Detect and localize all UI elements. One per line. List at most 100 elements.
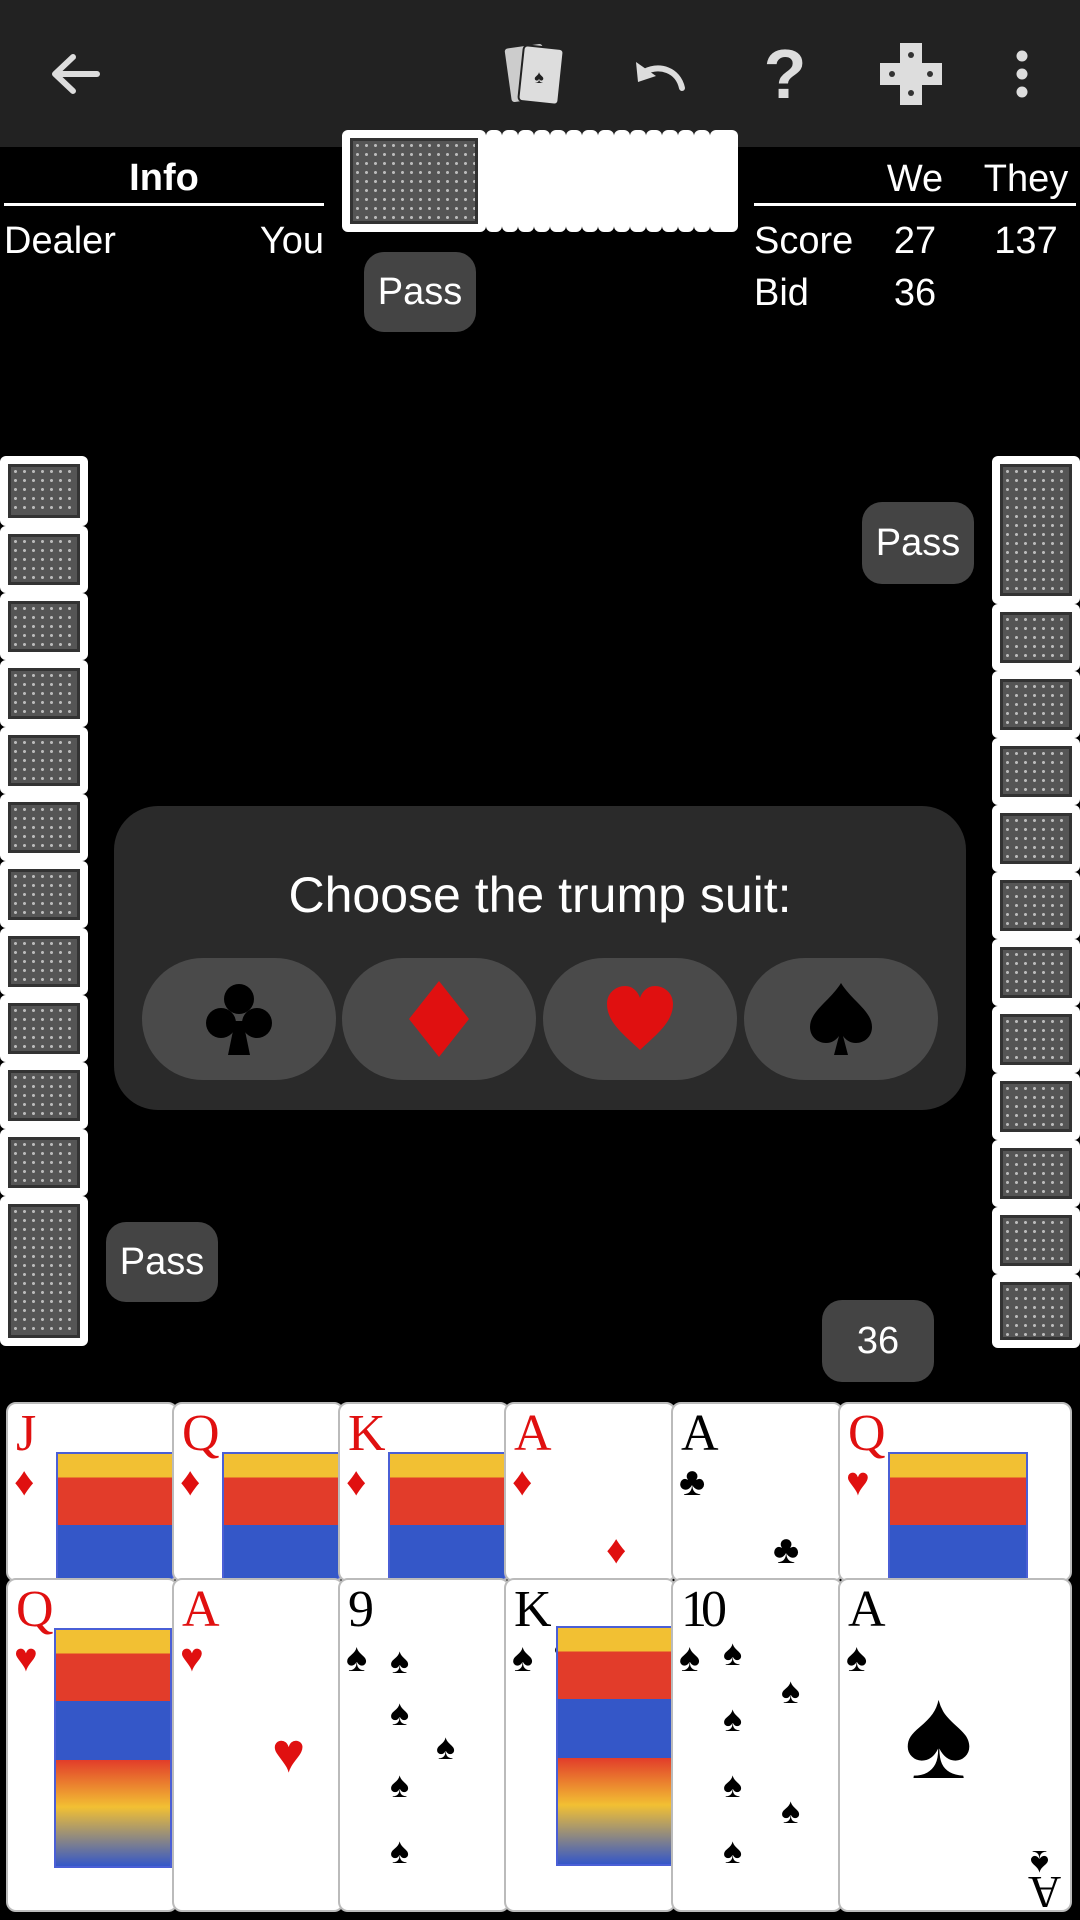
help-button[interactable]: ? (740, 0, 830, 147)
card-pip: ♦ (606, 1528, 627, 1572)
card-back (710, 130, 738, 232)
diamonds-button[interactable] (342, 958, 536, 1080)
we-score: 27 (893, 220, 937, 262)
clubs-icon (206, 984, 272, 1055)
back-button[interactable] (30, 0, 120, 147)
card-pip: ♠ (904, 1660, 974, 1806)
card-face-art (56, 1452, 174, 1580)
info-heading: Info (4, 150, 324, 206)
hand-card[interactable]: K ♠ ♠ (504, 1578, 676, 1912)
card-back (0, 928, 88, 995)
bid-label: Bid (754, 272, 809, 314)
card-back (662, 130, 678, 232)
card-back (992, 1207, 1080, 1274)
card-rank-bottom: A (1028, 1867, 1062, 1912)
card-pip: ♥ (272, 1721, 306, 1784)
card-back (694, 130, 710, 232)
card-back (0, 1196, 88, 1346)
card-back (486, 130, 502, 232)
they-header: They (983, 158, 1069, 200)
card-back (582, 130, 598, 232)
undo-button[interactable] (615, 0, 705, 147)
card-pip: ♣ (773, 1528, 800, 1572)
card-back (992, 456, 1080, 604)
card-back (598, 130, 614, 232)
card-face-art (388, 1452, 506, 1580)
hand-card[interactable]: Q ♥ (838, 1402, 1072, 1582)
dialog-title: Choose the trump suit: (288, 867, 792, 923)
hand-card[interactable]: J ♦ (6, 1402, 178, 1582)
hand-card[interactable]: A ♣ ♣ (671, 1402, 843, 1582)
card-back (0, 794, 88, 861)
card-face-art (222, 1452, 340, 1580)
svg-text:♠: ♠ (534, 67, 544, 87)
card-back (0, 593, 88, 660)
hand-card[interactable]: A ♥ ♥ (172, 1578, 344, 1912)
deck-button[interactable]: ♠ (490, 0, 580, 147)
card-back (566, 130, 582, 232)
dealer-value: You (259, 220, 324, 262)
north-bid-badge: Pass (364, 252, 476, 332)
card-back (992, 872, 1080, 939)
diamonds-icon (409, 981, 469, 1057)
they-score: 137 (994, 220, 1058, 262)
overflow-menu-button[interactable] (1000, 0, 1044, 147)
puzzle-icon (880, 42, 942, 105)
card-back (0, 727, 88, 794)
card-back (992, 1274, 1080, 1348)
card-pip: ♠ (781, 1790, 801, 1831)
spades-icon (810, 983, 872, 1055)
card-back (0, 1129, 88, 1196)
cards-icon: ♠ (503, 41, 565, 106)
card-face-art (54, 1628, 172, 1868)
spades-button[interactable] (744, 958, 938, 1080)
card-pip: ♠ (390, 1764, 410, 1805)
clubs-button[interactable] (142, 958, 336, 1080)
hand-card[interactable]: A ♠ ♠ ♠ A (838, 1578, 1072, 1912)
card-back (992, 1006, 1080, 1073)
card-back (0, 995, 88, 1062)
card-pip: ♠ (781, 1670, 801, 1711)
card-pip: ♠ (723, 1830, 743, 1871)
card-pip: ♠ (723, 1632, 743, 1673)
card-pip: ♠ (436, 1726, 456, 1767)
help-icon: ? (763, 34, 807, 113)
card-face-art (556, 1626, 674, 1866)
arrow-left-icon (52, 53, 100, 94)
top-toolbar: ♠ ? (0, 0, 1080, 147)
undo-icon (636, 61, 685, 91)
trump-suit-dialog: Choose the trump suit: (114, 806, 966, 1110)
west-bid-badge: Pass (106, 1222, 218, 1302)
puzzle-button[interactable] (866, 0, 956, 147)
hand-card[interactable]: 10 ♠ ♠ ♠ ♠ ♠ ♠ ♠ (671, 1578, 843, 1912)
card-back (0, 1062, 88, 1129)
card-back (678, 130, 694, 232)
card-back (550, 130, 566, 232)
card-back (992, 671, 1080, 738)
card-back (0, 660, 88, 727)
card-pip: ♠ (723, 1698, 743, 1739)
more-vert-icon (1016, 50, 1028, 97)
card-back (0, 526, 88, 593)
hearts-button[interactable] (543, 958, 737, 1080)
card-back (992, 738, 1080, 805)
card-pip: ♠ (723, 1764, 743, 1805)
card-back (646, 130, 662, 232)
card-back (0, 861, 88, 928)
hand-card[interactable]: K ♦ (338, 1402, 510, 1582)
player-bid-badge: 36 (822, 1300, 934, 1382)
hand-card[interactable]: 9 ♠ ♠ ♠ ♠ ♠ ♠ (338, 1578, 510, 1912)
hand-card[interactable]: A ♦ ♦ (504, 1402, 676, 1582)
card-pip: ♠ (390, 1640, 410, 1681)
score-label: Score (754, 220, 854, 262)
hand-card[interactable]: Q ♦ (172, 1402, 344, 1582)
card-back (534, 130, 550, 232)
hand-card[interactable]: Q ♥ (6, 1578, 178, 1912)
card-back (992, 1073, 1080, 1140)
card-back (342, 130, 486, 232)
we-bid: 36 (893, 272, 937, 314)
card-back (518, 130, 534, 232)
card-back (992, 805, 1080, 872)
card-back (992, 1140, 1080, 1207)
card-face-art (888, 1452, 1028, 1580)
